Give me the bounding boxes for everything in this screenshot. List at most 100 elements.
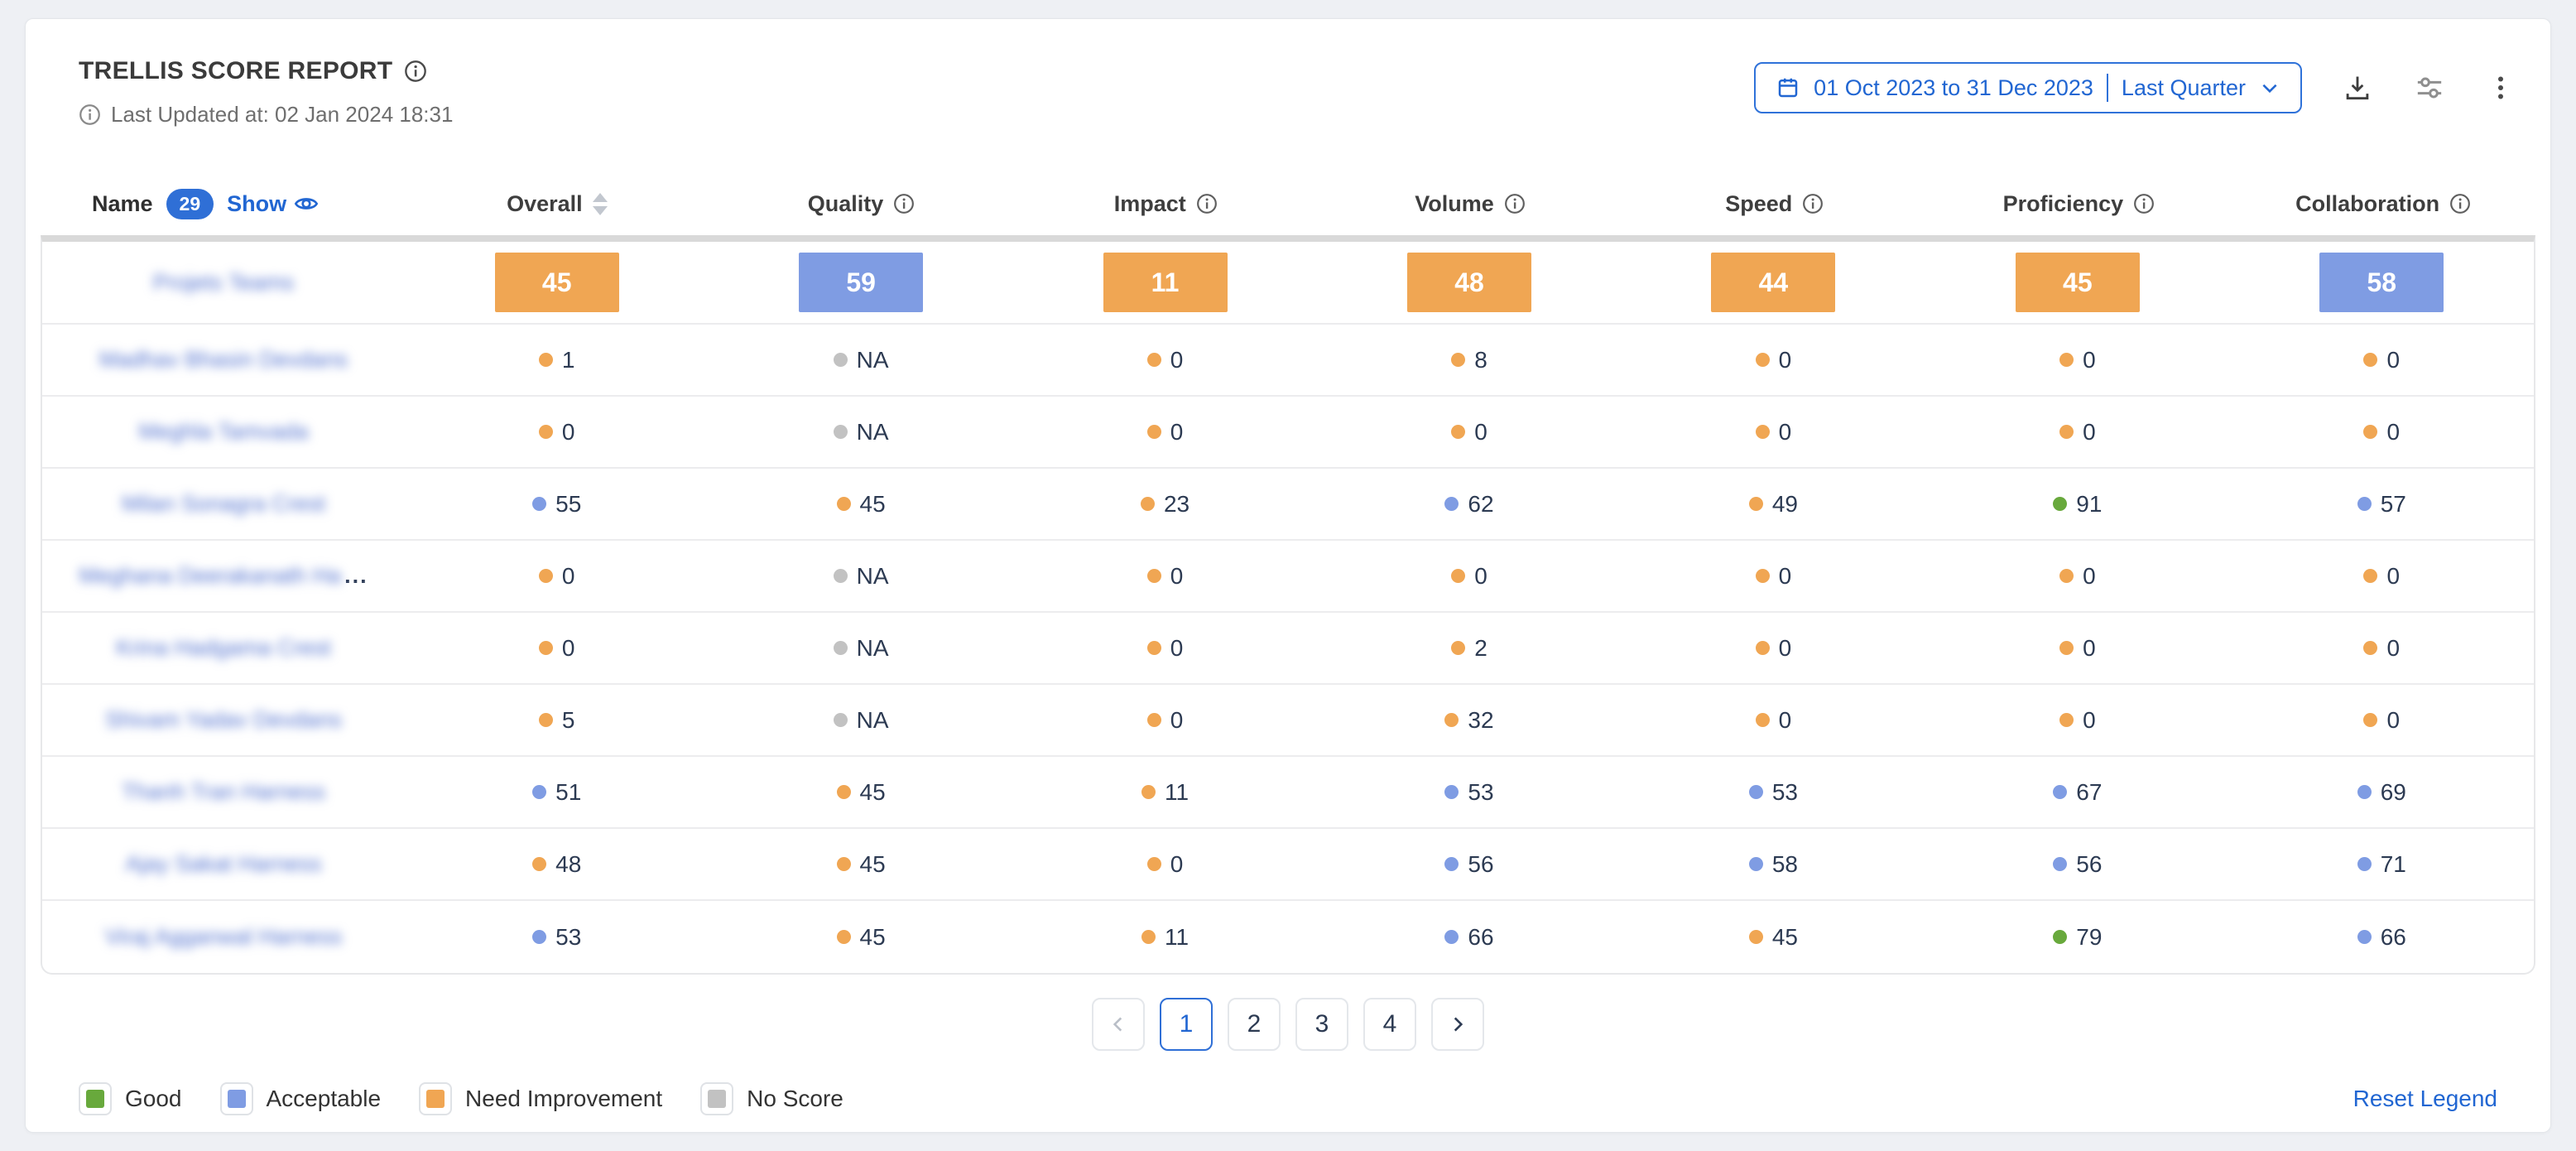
column-header-impact[interactable]: Impact: [1013, 191, 1318, 217]
score-cell-collaboration: 0: [2230, 563, 2534, 590]
column-header-overall[interactable]: Overall: [405, 191, 709, 217]
score-cell-overall: 5: [405, 707, 709, 734]
score-cell-proficiency: 0: [1925, 707, 2229, 734]
score-level-dot: [1444, 713, 1459, 727]
column-header-proficiency[interactable]: Proficiency: [1927, 191, 2232, 217]
member-name-link[interactable]: Milan Sonagra Crest: [122, 491, 325, 517]
score-cell-overall: 0: [405, 419, 709, 445]
column-header-label: Speed: [1725, 191, 1792, 217]
column-header-speed[interactable]: Speed: [1622, 191, 1927, 217]
legend-item-good[interactable]: Good: [79, 1082, 182, 1115]
column-header-collaboration[interactable]: Collaboration: [2231, 191, 2535, 217]
info-icon[interactable]: [1196, 193, 1218, 214]
last-updated-info-icon[interactable]: [79, 104, 101, 126]
score-level-dot: [1444, 930, 1459, 944]
score-value: 0: [2386, 635, 2400, 662]
score-level-dot: [539, 425, 553, 439]
score-value: 79: [2076, 924, 2102, 951]
pagination-page-3[interactable]: 3: [1295, 998, 1348, 1051]
pagination-prev-button[interactable]: [1092, 998, 1145, 1051]
show-names-button[interactable]: Show: [227, 190, 320, 217]
score-cell-volume: 2: [1317, 635, 1621, 662]
score-cell-speed: 0: [1622, 707, 1925, 734]
score-cell-volume: 66: [1317, 924, 1621, 951]
score-badge: 59: [799, 253, 923, 312]
column-header-quality[interactable]: Quality: [709, 191, 1014, 217]
score-cell-collaboration: 57: [2230, 491, 2534, 518]
score-cell-speed: 53: [1622, 779, 1925, 806]
score-level-dot: [539, 641, 553, 655]
name-cell: Krina Hadgama Crest: [42, 635, 405, 661]
score-level-dot: [1749, 497, 1763, 511]
score-badge: 44: [1711, 253, 1835, 312]
date-range-button[interactable]: 01 Oct 2023 to 31 Dec 2023 Last Quarter: [1754, 62, 2302, 113]
title-info-icon[interactable]: [404, 60, 427, 83]
more-vertical-icon[interactable]: [2486, 73, 2516, 103]
title-block: TRELLIS SCORE REPORT Last Updated at: 02…: [79, 57, 453, 128]
score-cell-overall: 1: [405, 347, 709, 373]
info-icon[interactable]: [2449, 193, 2471, 214]
score-cell-impact: 11: [1013, 253, 1317, 312]
member-name-link[interactable]: Projets Teams: [153, 270, 295, 296]
score-level-dot: [1147, 569, 1161, 583]
member-name-link[interactable]: Meghla Tamvada: [138, 419, 308, 445]
member-name-link[interactable]: Madhav Bhasin Devdans: [99, 347, 348, 373]
score-value: 66: [1468, 924, 1493, 951]
score-cell-volume: 62: [1317, 491, 1621, 518]
column-header-label: Collaboration: [2295, 191, 2439, 217]
info-icon[interactable]: [1802, 193, 1824, 214]
score-cell-quality: 45: [709, 851, 1012, 878]
score-value: 45: [860, 924, 886, 951]
score-level-dot: [1756, 353, 1770, 367]
name-cell: Meghana Deerakanath Ha...: [42, 563, 405, 589]
member-name-link[interactable]: Krina Hadgama Crest: [116, 635, 331, 661]
score-level-dot: [1451, 425, 1465, 439]
member-name-link[interactable]: Meghana Deerakanath Ha: [79, 563, 341, 589]
info-icon[interactable]: [1504, 193, 1526, 214]
legend-item-acceptable[interactable]: Acceptable: [220, 1082, 382, 1115]
score-level-dot: [1147, 425, 1161, 439]
pagination-page-1[interactable]: 1: [1160, 998, 1213, 1051]
score-cell-speed: 0: [1622, 347, 1925, 373]
score-level-dot: [837, 857, 851, 871]
score-value: 53: [1468, 779, 1493, 806]
download-icon[interactable]: [2342, 72, 2373, 104]
pagination-next-button[interactable]: [1431, 998, 1484, 1051]
card-header: TRELLIS SCORE REPORT Last Updated at: 02…: [26, 19, 2550, 128]
score-cell-speed: 0: [1622, 635, 1925, 662]
score-level-dot: [834, 569, 848, 583]
legend-color-square: [228, 1090, 246, 1108]
score-cell-quality: 45: [709, 924, 1012, 951]
score-cell-volume: 8: [1317, 347, 1621, 373]
info-icon[interactable]: [893, 193, 915, 214]
sort-icon[interactable]: [593, 193, 608, 215]
column-settings-icon[interactable]: [2413, 71, 2446, 104]
pagination-page-4[interactable]: 4: [1363, 998, 1416, 1051]
legend-item-need-improvement[interactable]: Need Improvement: [419, 1082, 662, 1115]
reset-legend-link[interactable]: Reset Legend: [2353, 1086, 2497, 1112]
score-cell-proficiency: 56: [1925, 851, 2229, 878]
page-title: TRELLIS SCORE REPORT: [79, 57, 392, 85]
member-name-link[interactable]: Shivam Yadav Devdans: [105, 707, 342, 733]
column-header-volume[interactable]: Volume: [1318, 191, 1622, 217]
name-cell: Meghla Tamvada: [42, 419, 405, 445]
score-level-dot: [532, 857, 546, 871]
member-name-link[interactable]: Thanh Tran Harness: [122, 779, 325, 805]
member-name-link[interactable]: Viraj Agganwal Harness: [105, 924, 342, 950]
score-badge: 45: [2016, 253, 2140, 312]
pagination-page-2[interactable]: 2: [1228, 998, 1281, 1051]
info-icon[interactable]: [2133, 193, 2155, 214]
score-cell-proficiency: 91: [1925, 491, 2229, 518]
member-name-link[interactable]: Ajay Sakat Harness: [125, 851, 321, 877]
score-value: 5: [562, 707, 575, 734]
score-cell-proficiency: 45: [1925, 253, 2229, 312]
score-cell-overall: 0: [405, 635, 709, 662]
score-value: 45: [860, 491, 886, 518]
summary-row: Projets Teams45591148444558: [42, 242, 2534, 325]
score-value: 0: [2083, 419, 2096, 445]
score-value: 0: [1779, 563, 1792, 590]
score-level-dot: [2059, 641, 2074, 655]
score-cell-speed: 0: [1622, 419, 1925, 445]
score-level-dot: [1141, 930, 1156, 944]
legend-item-no-score[interactable]: No Score: [700, 1082, 843, 1115]
